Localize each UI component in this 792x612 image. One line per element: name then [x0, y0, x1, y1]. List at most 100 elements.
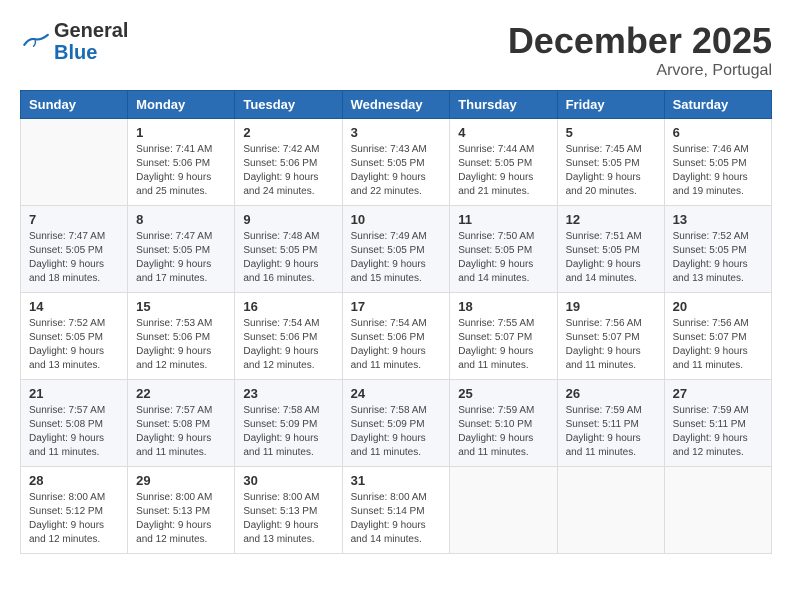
- day-info: Sunrise: 8:00 AM Sunset: 5:14 PM Dayligh…: [351, 491, 442, 547]
- day-number: 6: [673, 125, 763, 140]
- day-number: 25: [458, 386, 548, 401]
- day-info: Sunrise: 8:00 AM Sunset: 5:12 PM Dayligh…: [29, 491, 119, 547]
- calendar-cell: 30 Sunrise: 8:00 AM Sunset: 5:13 PM Dayli…: [235, 467, 342, 554]
- day-number: 14: [29, 299, 119, 314]
- page-header: General Blue December 2025 Arvore, Portu…: [20, 20, 772, 80]
- calendar-cell: 3 Sunrise: 7:43 AM Sunset: 5:05 PM Daylig…: [342, 119, 450, 206]
- weekday-header-saturday: Saturday: [664, 91, 771, 119]
- day-info: Sunrise: 7:58 AM Sunset: 5:09 PM Dayligh…: [243, 404, 333, 460]
- logo-text-general: General: [54, 20, 128, 42]
- weekday-header-thursday: Thursday: [450, 91, 557, 119]
- calendar-cell: 31 Sunrise: 8:00 AM Sunset: 5:14 PM Dayli…: [342, 467, 450, 554]
- calendar-cell: 16Sunrise: 7:54 AM Sunset: 5:06 PM Dayli…: [235, 293, 342, 380]
- day-number: 2: [243, 125, 333, 140]
- calendar-week-1: 1Sunrise: 7:41 AM Sunset: 5:06 PM Daylig…: [21, 119, 772, 206]
- day-info: Sunrise: 7:54 AM Sunset: 5:06 PM Dayligh…: [351, 317, 442, 373]
- calendar-cell: 23 Sunrise: 7:58 AM Sunset: 5:09 PM Dayli…: [235, 380, 342, 467]
- day-number: 23: [243, 386, 333, 401]
- day-info: Sunrise: 7:57 AM Sunset: 5:08 PM Dayligh…: [29, 404, 119, 460]
- day-info: Sunrise: 7:50 AM Sunset: 5:05 PM Dayligh…: [458, 230, 548, 286]
- day-info: Sunrise: 7:56 AM Sunset: 5:07 PM Dayligh…: [673, 317, 763, 373]
- calendar-week-4: 21 Sunrise: 7:57 AM Sunset: 5:08 PM Dayli…: [21, 380, 772, 467]
- day-number: 28: [29, 473, 119, 488]
- day-number: 3: [351, 125, 442, 140]
- day-info: Sunrise: 7:54 AM Sunset: 5:06 PM Dayligh…: [243, 317, 333, 373]
- month-title: December 2025: [508, 20, 772, 62]
- calendar-cell: 1Sunrise: 7:41 AM Sunset: 5:06 PM Daylig…: [128, 119, 235, 206]
- calendar-cell: 15 Sunrise: 7:53 AM Sunset: 5:06 PM Dayli…: [128, 293, 235, 380]
- day-number: 11: [458, 212, 548, 227]
- calendar-cell: 19 Sunrise: 7:56 AM Sunset: 5:07 PM Dayli…: [557, 293, 664, 380]
- calendar-cell: 7Sunrise: 7:47 AM Sunset: 5:05 PM Daylig…: [21, 206, 128, 293]
- calendar-cell: 29 Sunrise: 8:00 AM Sunset: 5:13 PM Dayli…: [128, 467, 235, 554]
- calendar-cell: 27Sunrise: 7:59 AM Sunset: 5:11 PM Dayli…: [664, 380, 771, 467]
- calendar-cell: 12 Sunrise: 7:51 AM Sunset: 5:05 PM Dayli…: [557, 206, 664, 293]
- day-number: 7: [29, 212, 119, 227]
- calendar-cell: 10 Sunrise: 7:49 AM Sunset: 5:05 PM Dayli…: [342, 206, 450, 293]
- calendar-cell: 5Sunrise: 7:45 AM Sunset: 5:05 PM Daylig…: [557, 119, 664, 206]
- calendar-cell: 18 Sunrise: 7:55 AM Sunset: 5:07 PM Dayli…: [450, 293, 557, 380]
- day-number: 24: [351, 386, 442, 401]
- calendar-cell: 26Sunrise: 7:59 AM Sunset: 5:11 PM Dayli…: [557, 380, 664, 467]
- day-number: 4: [458, 125, 548, 140]
- calendar-cell: [557, 467, 664, 554]
- calendar-cell: 9 Sunrise: 7:48 AM Sunset: 5:05 PM Daylig…: [235, 206, 342, 293]
- logo: General Blue: [20, 20, 128, 64]
- day-number: 19: [566, 299, 656, 314]
- calendar-cell: 28 Sunrise: 8:00 AM Sunset: 5:12 PM Dayli…: [21, 467, 128, 554]
- calendar-cell: [21, 119, 128, 206]
- calendar-table: SundayMondayTuesdayWednesdayThursdayFrid…: [20, 90, 772, 554]
- calendar-header-row: SundayMondayTuesdayWednesdayThursdayFrid…: [21, 91, 772, 119]
- day-number: 31: [351, 473, 442, 488]
- day-info: Sunrise: 7:43 AM Sunset: 5:05 PM Dayligh…: [351, 143, 442, 199]
- weekday-header-monday: Monday: [128, 91, 235, 119]
- calendar-week-5: 28 Sunrise: 8:00 AM Sunset: 5:12 PM Dayli…: [21, 467, 772, 554]
- calendar-cell: 21 Sunrise: 7:57 AM Sunset: 5:08 PM Dayli…: [21, 380, 128, 467]
- calendar-cell: 13 Sunrise: 7:52 AM Sunset: 5:05 PM Dayli…: [664, 206, 771, 293]
- calendar-cell: 14Sunrise: 7:52 AM Sunset: 5:05 PM Dayli…: [21, 293, 128, 380]
- day-number: 10: [351, 212, 442, 227]
- calendar-cell: [664, 467, 771, 554]
- calendar-cell: 6 Sunrise: 7:46 AM Sunset: 5:05 PM Daylig…: [664, 119, 771, 206]
- day-info: Sunrise: 7:42 AM Sunset: 5:06 PM Dayligh…: [243, 143, 333, 199]
- day-info: Sunrise: 7:59 AM Sunset: 5:11 PM Dayligh…: [673, 404, 763, 460]
- day-number: 8: [136, 212, 226, 227]
- weekday-header-wednesday: Wednesday: [342, 91, 450, 119]
- day-info: Sunrise: 7:57 AM Sunset: 5:08 PM Dayligh…: [136, 404, 226, 460]
- calendar-cell: 11 Sunrise: 7:50 AM Sunset: 5:05 PM Dayli…: [450, 206, 557, 293]
- day-number: 21: [29, 386, 119, 401]
- day-number: 30: [243, 473, 333, 488]
- day-number: 13: [673, 212, 763, 227]
- day-info: Sunrise: 7:49 AM Sunset: 5:05 PM Dayligh…: [351, 230, 442, 286]
- day-number: 29: [136, 473, 226, 488]
- calendar-week-2: 7 Sunrise: 7:47 AM Sunset: 5:05 PM Daylig…: [21, 206, 772, 293]
- day-number: 9: [243, 212, 333, 227]
- day-info: Sunrise: 7:52 AM Sunset: 5:05 PM Dayligh…: [673, 230, 763, 286]
- day-info: Sunrise: 7:44 AM Sunset: 5:05 PM Dayligh…: [458, 143, 548, 199]
- calendar-cell: 20 Sunrise: 7:56 AM Sunset: 5:07 PM Dayli…: [664, 293, 771, 380]
- title-block: December 2025 Arvore, Portugal: [508, 20, 772, 80]
- day-number: 15: [136, 299, 226, 314]
- day-number: 20: [673, 299, 763, 314]
- day-info: Sunrise: 8:00 AM Sunset: 5:13 PM Dayligh…: [243, 491, 333, 547]
- day-info: Sunrise: 7:51 AM Sunset: 5:05 PM Dayligh…: [566, 230, 656, 286]
- day-number: 17: [351, 299, 442, 314]
- day-info: Sunrise: 7:47 AM Sunset: 5:05 PM Dayligh…: [136, 230, 226, 286]
- calendar-week-3: 14Sunrise: 7:52 AM Sunset: 5:05 PM Dayli…: [21, 293, 772, 380]
- calendar-cell: 25 Sunrise: 7:59 AM Sunset: 5:10 PM Dayli…: [450, 380, 557, 467]
- day-info: Sunrise: 8:00 AM Sunset: 5:13 PM Dayligh…: [136, 491, 226, 547]
- day-info: Sunrise: 7:46 AM Sunset: 5:05 PM Dayligh…: [673, 143, 763, 199]
- location: Arvore, Portugal: [508, 62, 772, 80]
- day-number: 18: [458, 299, 548, 314]
- day-info: Sunrise: 7:59 AM Sunset: 5:10 PM Dayligh…: [458, 404, 548, 460]
- day-number: 12: [566, 212, 656, 227]
- calendar-cell: [450, 467, 557, 554]
- day-info: Sunrise: 7:48 AM Sunset: 5:05 PM Dayligh…: [243, 230, 333, 286]
- logo-bird-icon: [20, 32, 50, 52]
- calendar-cell: 2 Sunrise: 7:42 AM Sunset: 5:06 PM Daylig…: [235, 119, 342, 206]
- day-info: Sunrise: 7:56 AM Sunset: 5:07 PM Dayligh…: [566, 317, 656, 373]
- day-number: 26: [566, 386, 656, 401]
- calendar-cell: 17 Sunrise: 7:54 AM Sunset: 5:06 PM Dayli…: [342, 293, 450, 380]
- day-info: Sunrise: 7:55 AM Sunset: 5:07 PM Dayligh…: [458, 317, 548, 373]
- day-info: Sunrise: 7:53 AM Sunset: 5:06 PM Dayligh…: [136, 317, 226, 373]
